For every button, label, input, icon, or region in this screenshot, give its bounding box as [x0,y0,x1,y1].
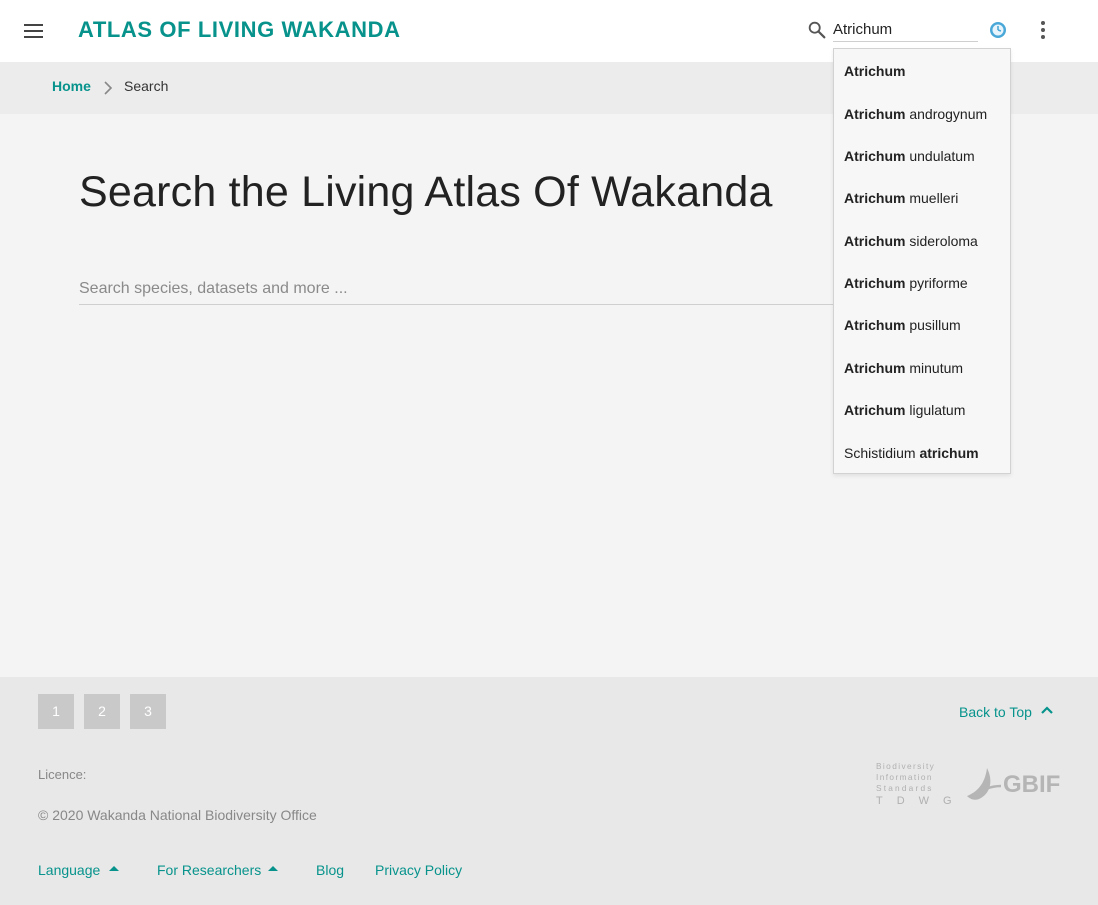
breadcrumb-home-link[interactable]: Home [52,78,91,94]
chevron-right-icon [104,81,113,95]
back-to-top-link[interactable]: Back to Top [959,704,1032,720]
privacy-policy-link[interactable]: Privacy Policy [375,862,462,878]
search-icon[interactable] [806,19,828,41]
svg-text:TDWG: TDWG [876,795,958,806]
autocomplete-item[interactable]: Atrichum ligulatum [844,402,965,418]
tdwg-logo[interactable]: Biodiversity Information Standards TDWG [876,760,958,806]
autocomplete-dropdown: Atrichum Atrichum androgynum Atrichum un… [833,48,1011,474]
for-researchers-menu[interactable]: For Researchers [157,862,261,878]
licence-label: Licence: [38,767,87,782]
svg-text:Biodiversity: Biodiversity [876,761,935,771]
copyright-text: © 2020 Wakanda National Biodiversity Off… [38,807,317,823]
autocomplete-item[interactable]: Atrichum androgynum [844,106,987,122]
autocomplete-item[interactable]: Atrichum muelleri [844,190,958,206]
autocomplete-item[interactable]: Schistidium atrichum [844,445,979,461]
autocomplete-item[interactable]: Atrichum sideroloma [844,233,978,249]
svg-text:Standards: Standards [876,783,934,793]
page-title: Search the Living Atlas Of Wakanda [79,168,773,216]
top-search-input[interactable] [833,18,978,42]
chevron-up-icon[interactable] [1039,702,1055,718]
svg-text:GBIF: GBIF [1003,771,1060,798]
gbif-logo[interactable]: GBIF [963,762,1060,804]
blog-link[interactable]: Blog [316,862,344,878]
language-menu[interactable]: Language [38,862,100,878]
menu-icon[interactable] [20,19,48,43]
page-button-3[interactable]: 3 [130,694,166,729]
breadcrumb-current: Search [124,78,169,94]
svg-text:Information: Information [876,772,933,782]
autocomplete-item[interactable]: Atrichum minutum [844,360,963,376]
more-vert-icon[interactable] [1034,18,1052,42]
caret-up-icon[interactable] [268,866,278,871]
autocomplete-item[interactable]: Atrichum pyriforme [844,275,968,291]
caret-up-icon[interactable] [109,866,119,871]
autocomplete-item[interactable]: Atrichum pusillum [844,317,961,333]
autocomplete-item[interactable]: Atrichum [844,63,905,79]
page-button-1[interactable]: 1 [38,694,74,729]
autocomplete-item[interactable]: Atrichum undulatum [844,148,975,164]
footer: 1 2 3 Back to Top Licence: © 2020 Wakand… [0,677,1098,905]
page-button-2[interactable]: 2 [84,694,120,729]
clock-icon[interactable] [988,20,1008,40]
main-search-input[interactable] [79,274,839,305]
site-brand[interactable]: ATLAS OF LIVING WAKANDA [78,17,401,43]
